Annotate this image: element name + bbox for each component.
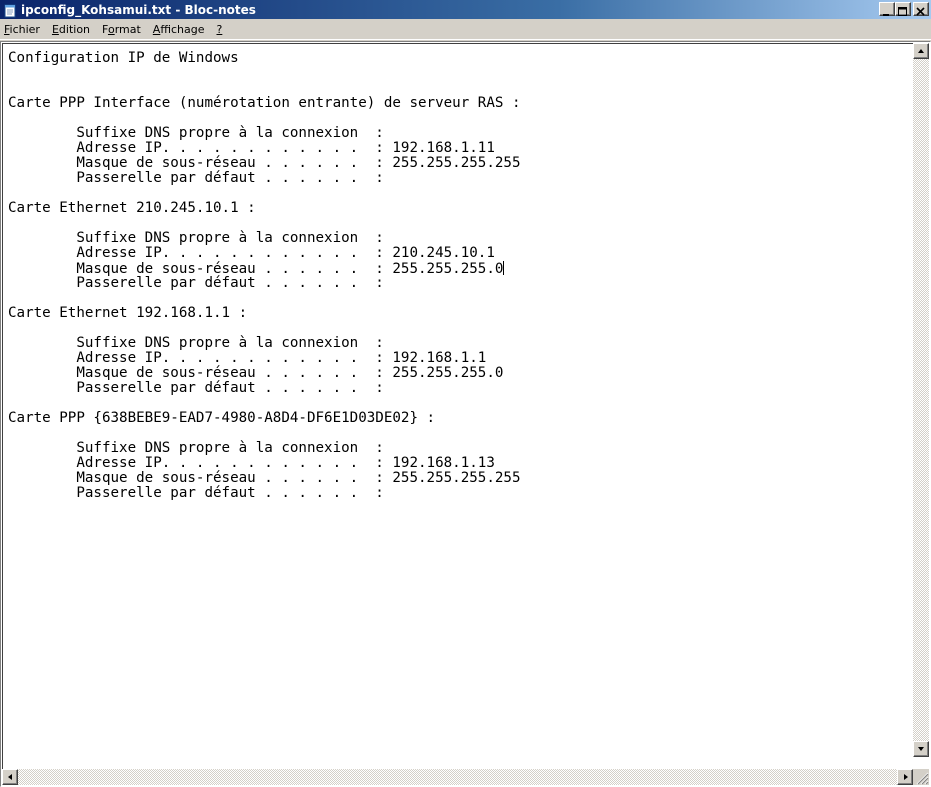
arrow-up-icon <box>918 49 924 53</box>
text-line: Suffixe DNS propre à la connexion : <box>8 126 888 141</box>
text-line-content: Carte PPP {638BEBE9-EAD7-4980-A8D4-DF6E1… <box>8 410 436 426</box>
menu-item-1[interactable]: Edition <box>46 23 96 36</box>
window-controls <box>879 2 929 16</box>
text-line: Configuration IP de Windows <box>8 51 888 66</box>
text-editor[interactable]: Configuration IP de Windows Carte PPP Int… <box>8 51 888 741</box>
text-line: Masque de sous-réseau . . . . . . : 255.… <box>8 471 888 486</box>
text-line: Adresse IP. . . . . . . . . . . . : 192.… <box>8 351 888 366</box>
menu-item-mnemonic: o <box>107 22 115 36</box>
text-line-content: Carte Ethernet 210.245.10.1 : <box>8 200 256 216</box>
maximize-icon <box>898 7 907 16</box>
text-line-content: Masque de sous-réseau . . . . . . : 255.… <box>8 365 504 381</box>
text-line: Suffixe DNS propre à la connexion : <box>8 441 888 456</box>
text-line: Passerelle par défaut . . . . . . : <box>8 276 888 291</box>
text-line: Adresse IP. . . . . . . . . . . . : 210.… <box>8 246 888 261</box>
menu-item-label: rmat <box>114 22 141 36</box>
scroll-down-button[interactable] <box>913 741 929 757</box>
text-line <box>8 321 888 336</box>
scroll-left-button[interactable] <box>2 769 18 785</box>
text-line-content: Passerelle par défaut . . . . . . : <box>8 170 384 186</box>
text-line: Suffixe DNS propre à la connexion : <box>8 231 888 246</box>
text-line: Carte Ethernet 192.168.1.1 : <box>8 306 888 321</box>
text-line-content: Passerelle par défaut . . . . . . : <box>8 485 384 501</box>
arrow-right-icon <box>904 774 908 780</box>
text-line-content: Suffixe DNS propre à la connexion : <box>8 440 384 456</box>
size-grip-icon <box>916 772 929 785</box>
text-line-content: Adresse IP. . . . . . . . . . . . : 192.… <box>8 140 495 156</box>
menu-item-label: ffichage <box>160 22 205 36</box>
menu-item-0[interactable]: Fichier <box>0 23 46 36</box>
text-line <box>8 291 888 306</box>
close-icon <box>916 7 925 16</box>
text-line-content: Carte Ethernet 192.168.1.1 : <box>8 305 248 321</box>
text-line-content: Suffixe DNS propre à la connexion : <box>8 230 384 246</box>
text-line-content: Passerelle par défaut . . . . . . : <box>8 275 384 291</box>
text-line: Carte Ethernet 210.245.10.1 : <box>8 201 888 216</box>
notepad-icon[interactable] <box>3 3 17 17</box>
text-line-content: Adresse IP. . . . . . . . . . . . : 192.… <box>8 455 495 471</box>
text-line: Passerelle par défaut . . . . . . : <box>8 381 888 396</box>
close-button[interactable] <box>913 2 929 16</box>
maximize-button[interactable] <box>895 2 911 16</box>
arrow-left-icon <box>8 774 12 780</box>
window-title: ipconfig_Kohsamui.txt - Bloc-notes <box>21 2 256 17</box>
text-line-content: Masque de sous-réseau . . . . . . : 255.… <box>8 155 521 171</box>
minimize-button[interactable] <box>879 2 895 16</box>
menu-item-label: ichier <box>9 22 40 36</box>
text-line <box>8 396 888 411</box>
text-line: Passerelle par défaut . . . . . . : <box>8 486 888 501</box>
text-line: Carte PPP Interface (numérotation entran… <box>8 96 888 111</box>
scroll-up-button[interactable] <box>913 43 929 59</box>
horizontal-scrollbar[interactable] <box>2 769 913 785</box>
text-line-content: Adresse IP. . . . . . . . . . . . : 192.… <box>8 350 487 366</box>
arrow-down-icon <box>918 747 924 751</box>
text-line-content: Passerelle par défaut . . . . . . : <box>8 380 384 396</box>
text-line: Masque de sous-réseau . . . . . . : 255.… <box>8 261 888 277</box>
menu-item-mnemonic: ? <box>216 22 223 36</box>
menu-item-3[interactable]: Affichage <box>147 23 211 36</box>
text-caret <box>503 261 505 275</box>
size-grip[interactable] <box>913 769 929 785</box>
text-line-content: Carte PPP Interface (numérotation entran… <box>8 95 521 111</box>
minimize-icon <box>883 14 889 16</box>
text-line <box>8 186 888 201</box>
text-line: Masque de sous-réseau . . . . . . : 255.… <box>8 156 888 171</box>
text-line <box>8 66 888 81</box>
scroll-right-button[interactable] <box>897 769 913 785</box>
menu-item-mnemonic: E <box>51 22 59 36</box>
text-line: Passerelle par défaut . . . . . . : <box>8 171 888 186</box>
text-line-content: Masque de sous-réseau . . . . . . : 255.… <box>8 470 521 486</box>
vertical-scrollbar[interactable] <box>913 43 929 757</box>
text-line <box>8 81 888 96</box>
text-line: Carte PPP {638BEBE9-EAD7-4980-A8D4-DF6E1… <box>8 411 888 426</box>
text-line: Masque de sous-réseau . . . . . . : 255.… <box>8 366 888 381</box>
menu-item-2[interactable]: Format <box>96 23 147 36</box>
text-line <box>8 216 888 231</box>
title-bar[interactable]: ipconfig_Kohsamui.txt - Bloc-notes <box>0 0 931 19</box>
notepad-window: ipconfig_Kohsamui.txt - Bloc-notes Fichi… <box>0 0 931 787</box>
text-line-content: Suffixe DNS propre à la connexion : <box>8 125 384 141</box>
text-line: Adresse IP. . . . . . . . . . . . : 192.… <box>8 141 888 156</box>
text-line <box>8 111 888 126</box>
text-line-content: Adresse IP. . . . . . . . . . . . : 210.… <box>8 245 495 261</box>
menu-bar: Fichier Edition Format Affichage? <box>0 19 931 40</box>
menu-item-label: dition <box>58 22 91 36</box>
text-line-content: Suffixe DNS propre à la connexion : <box>8 335 384 351</box>
text-line: Adresse IP. . . . . . . . . . . . : 192.… <box>8 456 888 471</box>
menu-item-4[interactable]: ? <box>210 23 228 36</box>
text-line <box>8 426 888 441</box>
text-line-content: Configuration IP de Windows <box>8 51 239 66</box>
text-line: Suffixe DNS propre à la connexion : <box>8 336 888 351</box>
